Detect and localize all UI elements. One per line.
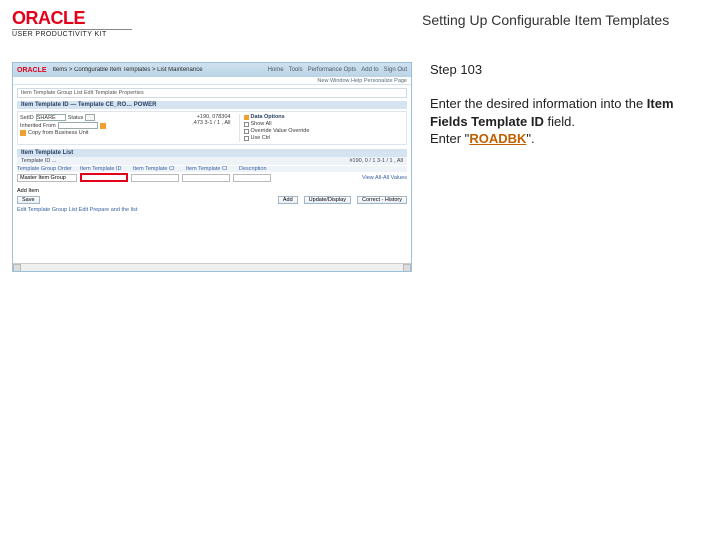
instr-enter-suffix: ". xyxy=(526,131,534,146)
setid-label: SetID xyxy=(20,115,34,121)
top-link[interactable]: Performance Opts xyxy=(308,67,357,73)
copy-from-label: Copy from Business Unit xyxy=(28,130,89,136)
opt3: Use Ctrl xyxy=(251,135,271,141)
app-secondary-links[interactable]: New Window Help Personalize Page xyxy=(13,77,411,85)
scroll-left-icon[interactable] xyxy=(13,264,21,272)
col-header[interactable]: Item Template Cl xyxy=(133,166,183,172)
view-all-values-link[interactable]: View All-All Values xyxy=(274,175,407,181)
status-dropdown[interactable] xyxy=(85,114,95,121)
instr-enter-prefix: Enter " xyxy=(430,131,469,146)
list-meta-left: Template ID ... xyxy=(21,158,56,164)
scroll-right-icon[interactable] xyxy=(403,264,411,272)
gear-icon xyxy=(244,115,249,120)
top-link[interactable]: Tools xyxy=(289,67,303,73)
app-oracle-logo: ORACLE xyxy=(17,67,47,74)
table-cell[interactable] xyxy=(131,174,179,182)
checkbox[interactable] xyxy=(244,122,249,127)
search-icon[interactable] xyxy=(20,130,26,136)
step-number: Step 103 xyxy=(430,62,708,77)
save-button[interactable]: Save xyxy=(17,196,40,204)
footer-links[interactable]: Edit Template Group List Edit Prepare an… xyxy=(17,207,407,213)
col-header[interactable]: Template Group Order xyxy=(17,166,77,172)
setid-field[interactable]: SHARE xyxy=(36,114,66,121)
status-label: Status xyxy=(68,115,84,121)
embedded-app-screenshot: ORACLE Items > Configurable Item Templat… xyxy=(12,62,412,272)
page-title: Setting Up Configurable Item Templates xyxy=(422,8,708,28)
col-header[interactable]: Item Template ID xyxy=(80,166,130,172)
table-cell[interactable] xyxy=(182,174,230,182)
correct-history-button[interactable]: Correct - History xyxy=(357,196,407,204)
app-top-bar: ORACLE Items > Configurable Item Templat… xyxy=(13,63,411,77)
entry-value: ROADBK xyxy=(469,131,526,146)
app-crumbs: Items > Configurable Item Templates > Li… xyxy=(53,67,262,73)
instruction-text: Enter the desired information into the I… xyxy=(430,95,708,148)
table-cell[interactable] xyxy=(233,174,271,182)
top-link[interactable]: Add to xyxy=(361,67,378,73)
oracle-logo: ORACLE xyxy=(12,8,422,29)
list-section-header: Item Template List xyxy=(17,149,407,157)
opt2: Override Value Override xyxy=(251,128,310,134)
list-meta-right: #190, 0 / 1 3-1 / 1 , All xyxy=(349,158,403,164)
inherited-field[interactable] xyxy=(58,122,98,129)
horizontal-scrollbar[interactable] xyxy=(13,263,411,271)
col-header[interactable]: Description xyxy=(239,166,279,172)
logo-block: ORACLE USER PRODUCTIVITY KIT xyxy=(12,8,422,38)
app-section-header: Item Template ID — Template CE_RO… POWER xyxy=(17,101,407,109)
top-link[interactable]: Sign Out xyxy=(384,67,407,73)
add-button[interactable]: Add xyxy=(278,196,298,204)
instr-suffix: field. xyxy=(544,114,575,129)
checkbox[interactable] xyxy=(244,136,249,141)
instr-prefix: Enter the desired information into the xyxy=(430,96,647,111)
addl-header: Add Item xyxy=(17,188,407,194)
inherited-label: Inherited From xyxy=(20,123,56,129)
item-fields-template-id-input[interactable] xyxy=(80,173,128,182)
top-link[interactable]: Home xyxy=(268,67,284,73)
group-cell: Master Item Group xyxy=(17,174,77,182)
nums-text: +190, 078304 ,473 3-1 / 1 , All xyxy=(189,114,231,126)
opt1: Show All xyxy=(251,121,272,127)
lookup-icon[interactable] xyxy=(100,123,106,129)
update-display-button[interactable]: Update/Display xyxy=(304,196,351,204)
checkbox[interactable] xyxy=(244,129,249,134)
data-options-header: Data Options xyxy=(251,114,285,120)
col-header[interactable]: Item Template Cl xyxy=(186,166,236,172)
app-breadcrumb: Item Template Group List Edit Template P… xyxy=(17,88,407,98)
upk-subtitle: USER PRODUCTIVITY KIT xyxy=(12,29,132,38)
